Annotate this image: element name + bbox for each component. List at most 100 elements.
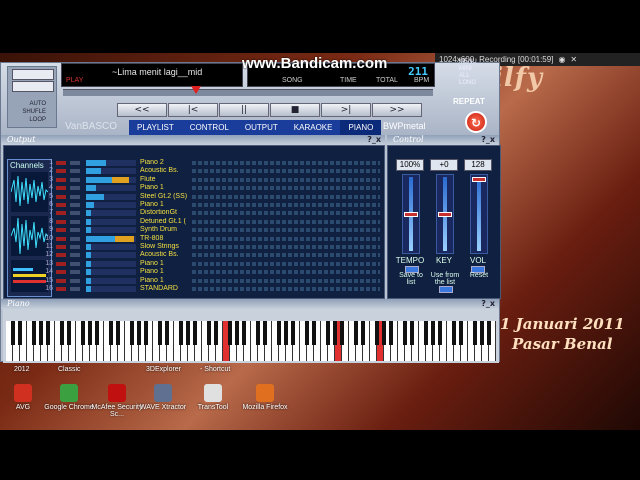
piano-black-key[interactable] bbox=[431, 321, 435, 345]
piano-black-key[interactable] bbox=[109, 321, 113, 345]
piano-black-key[interactable] bbox=[410, 321, 414, 345]
solo-toggle[interactable] bbox=[70, 203, 80, 207]
tempo-slider-knob[interactable] bbox=[404, 212, 418, 217]
tab-playlist[interactable]: PLAYLIST bbox=[129, 120, 182, 135]
piano-black-key[interactable] bbox=[11, 321, 15, 345]
piano-black-key[interactable] bbox=[165, 321, 169, 345]
piano-black-key[interactable] bbox=[39, 321, 43, 345]
piano-black-key[interactable] bbox=[144, 321, 148, 345]
side-menu-item-long[interactable]: LONG bbox=[459, 80, 477, 87]
solo-toggle[interactable] bbox=[70, 253, 80, 258]
key-slider-knob[interactable] bbox=[438, 212, 452, 217]
piano-black-key[interactable] bbox=[186, 321, 190, 345]
side-menu-item-mini[interactable]: MINI bbox=[459, 66, 477, 73]
mute-toggle[interactable] bbox=[56, 287, 66, 291]
shuffle-toggle[interactable]: SHUFLE bbox=[10, 109, 46, 115]
piano-black-key[interactable] bbox=[284, 321, 288, 345]
seek-bar[interactable] bbox=[63, 86, 433, 96]
solo-toggle[interactable] bbox=[70, 228, 80, 233]
stop-button[interactable]: ■ bbox=[270, 103, 320, 117]
channel-row[interactable]: 14 Piano 1 bbox=[45, 268, 382, 276]
piano-black-key[interactable] bbox=[46, 321, 50, 345]
close-icon[interactable]: ✕ bbox=[570, 55, 577, 64]
channel-row[interactable]: 10 TR-808 bbox=[45, 235, 382, 243]
vol-slider-knob[interactable] bbox=[472, 177, 486, 182]
solo-toggle[interactable] bbox=[70, 169, 80, 174]
piano-black-key[interactable] bbox=[487, 321, 491, 345]
solo-toggle[interactable] bbox=[70, 287, 80, 291]
channel-row[interactable]: 12 Acoustic Bs. bbox=[45, 251, 382, 259]
desktop-label[interactable]: - Shortcut bbox=[200, 366, 230, 373]
mini-button[interactable] bbox=[12, 81, 54, 92]
solo-toggle[interactable] bbox=[70, 161, 80, 165]
control-window-controls-icon[interactable]: ?_x bbox=[481, 135, 495, 144]
solo-toggle[interactable] bbox=[70, 261, 80, 266]
channel-row[interactable]: 11 Slow Strings bbox=[46, 243, 382, 251]
solo-toggle[interactable] bbox=[70, 177, 80, 182]
piano-black-key[interactable] bbox=[312, 321, 316, 345]
piano-black-key[interactable] bbox=[116, 321, 120, 345]
piano-black-key[interactable] bbox=[60, 321, 64, 345]
solo-toggle[interactable] bbox=[70, 219, 80, 224]
vol-slider[interactable] bbox=[470, 174, 488, 254]
piano-black-key[interactable] bbox=[375, 321, 379, 345]
mute-toggle[interactable] bbox=[56, 253, 66, 258]
mute-toggle[interactable] bbox=[56, 219, 66, 224]
piano-black-key[interactable] bbox=[389, 321, 393, 345]
piano-black-key[interactable] bbox=[382, 321, 386, 345]
tab-piano[interactable]: PIANO bbox=[340, 120, 382, 135]
mute-toggle[interactable] bbox=[56, 270, 66, 275]
seek-knob[interactable] bbox=[191, 86, 202, 94]
piano-black-key[interactable] bbox=[291, 321, 295, 345]
tab-output[interactable]: OUTPUT bbox=[237, 120, 286, 135]
channel-row[interactable]: 5 Steel Gt.2 (SS) bbox=[49, 193, 382, 201]
piano-black-key[interactable] bbox=[354, 321, 358, 345]
side-menu-item-all[interactable]: ALL bbox=[459, 73, 477, 80]
piano-black-key[interactable] bbox=[130, 321, 134, 345]
camera-icon[interactable]: ◉ bbox=[558, 55, 565, 64]
piano-black-key[interactable] bbox=[242, 321, 246, 345]
solo-toggle[interactable] bbox=[70, 186, 80, 191]
channel-row[interactable]: 6 Piano 1 bbox=[49, 201, 382, 209]
channel-row[interactable]: 9 Synth Drum bbox=[49, 226, 382, 234]
tab-karaoke[interactable]: KARAOKE bbox=[286, 120, 341, 135]
piano-black-key[interactable] bbox=[340, 321, 344, 345]
tab-control[interactable]: CONTROL bbox=[182, 120, 237, 135]
mute-toggle[interactable] bbox=[56, 203, 66, 207]
solo-toggle[interactable] bbox=[70, 245, 80, 249]
piano-black-key[interactable] bbox=[326, 321, 330, 345]
channel-row[interactable]: 7 DistortionGt bbox=[49, 209, 382, 217]
piano-black-key[interactable] bbox=[305, 321, 309, 345]
piano-black-key[interactable] bbox=[438, 321, 442, 345]
mute-toggle[interactable] bbox=[56, 245, 66, 249]
solo-toggle[interactable] bbox=[70, 211, 80, 216]
auto-toggle[interactable]: AUTO bbox=[10, 101, 46, 107]
mute-toggle[interactable] bbox=[56, 211, 66, 216]
channel-row[interactable]: 16 STANDARD bbox=[45, 285, 382, 293]
piano-black-key[interactable] bbox=[32, 321, 36, 345]
mute-toggle[interactable] bbox=[56, 236, 66, 241]
piano-black-key[interactable] bbox=[403, 321, 407, 345]
key-slider[interactable] bbox=[436, 174, 454, 254]
piano-black-key[interactable] bbox=[67, 321, 71, 345]
output-window-controls-icon[interactable]: ?_x bbox=[367, 135, 381, 144]
mute-toggle[interactable] bbox=[56, 169, 66, 174]
piano-black-key[interactable] bbox=[459, 321, 463, 345]
fast-forward-button[interactable]: >> bbox=[372, 103, 422, 117]
previous-button[interactable]: |< bbox=[168, 103, 218, 117]
mute-toggle[interactable] bbox=[56, 261, 66, 266]
piano-black-key[interactable] bbox=[228, 321, 232, 345]
next-button[interactable]: >| bbox=[321, 103, 371, 117]
desktop-shortcut[interactable]: Mozilla Firefox bbox=[234, 384, 296, 411]
mute-toggle[interactable] bbox=[56, 161, 66, 165]
channel-row[interactable]: 3 Flute bbox=[49, 176, 382, 184]
piano-black-key[interactable] bbox=[88, 321, 92, 345]
piano-black-key[interactable] bbox=[452, 321, 456, 345]
piano-black-key[interactable] bbox=[158, 321, 162, 345]
piano-black-key[interactable] bbox=[207, 321, 211, 345]
solo-toggle[interactable] bbox=[70, 194, 80, 199]
mute-toggle[interactable] bbox=[56, 194, 66, 199]
side-menu-item-menu[interactable]: MENU bbox=[459, 59, 477, 66]
piano-black-key[interactable] bbox=[333, 321, 337, 345]
desktop-label[interactable]: 2012 bbox=[14, 366, 30, 373]
